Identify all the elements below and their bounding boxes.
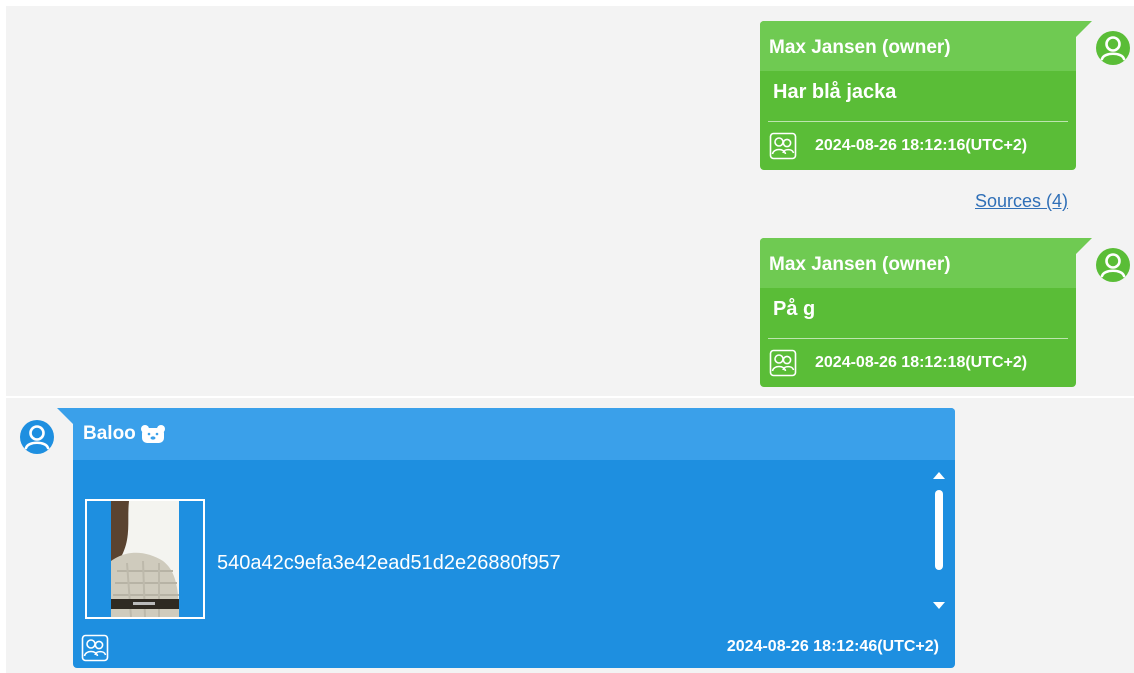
user-avatar-icon: [1095, 247, 1131, 283]
attachment-name: 540a42c9efa3e42ead51d2e26880f957: [217, 552, 561, 574]
outgoing-message[interactable]: Max Jansen (owner) På g 2024-08-26 18:12…: [760, 238, 1092, 387]
message-timestamp: 2024-08-26 18:12:16(UTC+2): [815, 137, 1028, 154]
user-avatar-icon: [19, 419, 55, 455]
incoming-message[interactable]: Baloo 540a42c9efa3e42ead51d2e26880f957 2…: [57, 408, 955, 668]
bear-face-icon: [140, 424, 166, 444]
chevron-up-icon[interactable]: [931, 468, 947, 482]
message-timestamp: 2024-08-26 18:12:46(UTC+2): [726, 638, 939, 655]
sources-link[interactable]: Sources (4): [975, 191, 1068, 212]
user-avatar-icon: [1095, 30, 1131, 66]
participants-icon: [769, 349, 797, 377]
participants-icon: [769, 132, 797, 160]
bubble-tail: [1070, 21, 1092, 43]
message-header: Baloo: [73, 408, 955, 460]
attachment-thumbnail[interactable]: [85, 499, 205, 619]
message-timestamp: 2024-08-26 18:12:18(UTC+2): [815, 354, 1028, 371]
chevron-down-icon[interactable]: [931, 599, 947, 613]
scrollbar-thumb[interactable]: [935, 490, 943, 570]
message-sender: Max Jansen (owner): [760, 238, 1076, 288]
bubble-tail: [1070, 238, 1092, 260]
message-sender: Max Jansen (owner): [760, 21, 1076, 71]
section-divider: [6, 396, 1134, 398]
message-text: Har blå jacka: [773, 81, 897, 103]
bubble-tail: [57, 408, 79, 430]
outgoing-message[interactable]: Max Jansen (owner) Har blå jacka 2024-08…: [760, 21, 1092, 170]
participants-icon: [81, 634, 109, 662]
message-footer: 2024-08-26 18:12:16(UTC+2): [760, 122, 1076, 170]
message-sender: Baloo: [83, 423, 136, 444]
message-footer: 2024-08-26 18:12:18(UTC+2): [760, 339, 1076, 387]
message-text: På g: [773, 298, 816, 320]
